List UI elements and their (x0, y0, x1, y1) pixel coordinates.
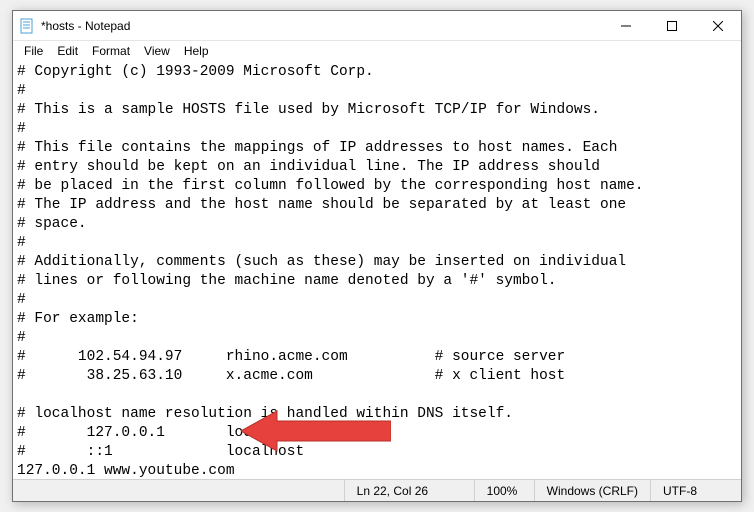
maximize-button[interactable] (649, 11, 695, 40)
status-cursor-position: Ln 22, Col 26 (345, 480, 475, 501)
menu-format[interactable]: Format (85, 42, 137, 60)
minimize-button[interactable] (603, 11, 649, 40)
titlebar[interactable]: *hosts - Notepad (13, 11, 741, 41)
status-zoom: 100% (475, 480, 535, 501)
menu-view[interactable]: View (137, 42, 177, 60)
menu-help[interactable]: Help (177, 42, 216, 60)
status-spacer (13, 480, 345, 501)
text-editor[interactable]: # Copyright (c) 1993-2009 Microsoft Corp… (13, 61, 741, 479)
notepad-app-icon (19, 18, 35, 34)
status-encoding: UTF-8 (651, 480, 741, 501)
status-line-ending: Windows (CRLF) (535, 480, 651, 501)
notepad-window: *hosts - Notepad File Edit Format View H… (12, 10, 742, 502)
menu-file[interactable]: File (17, 42, 50, 60)
statusbar: Ln 22, Col 26 100% Windows (CRLF) UTF-8 (13, 479, 741, 501)
close-button[interactable] (695, 11, 741, 40)
menubar: File Edit Format View Help (13, 41, 741, 61)
window-controls (603, 11, 741, 40)
window-title: *hosts - Notepad (41, 19, 603, 33)
menu-edit[interactable]: Edit (50, 42, 85, 60)
